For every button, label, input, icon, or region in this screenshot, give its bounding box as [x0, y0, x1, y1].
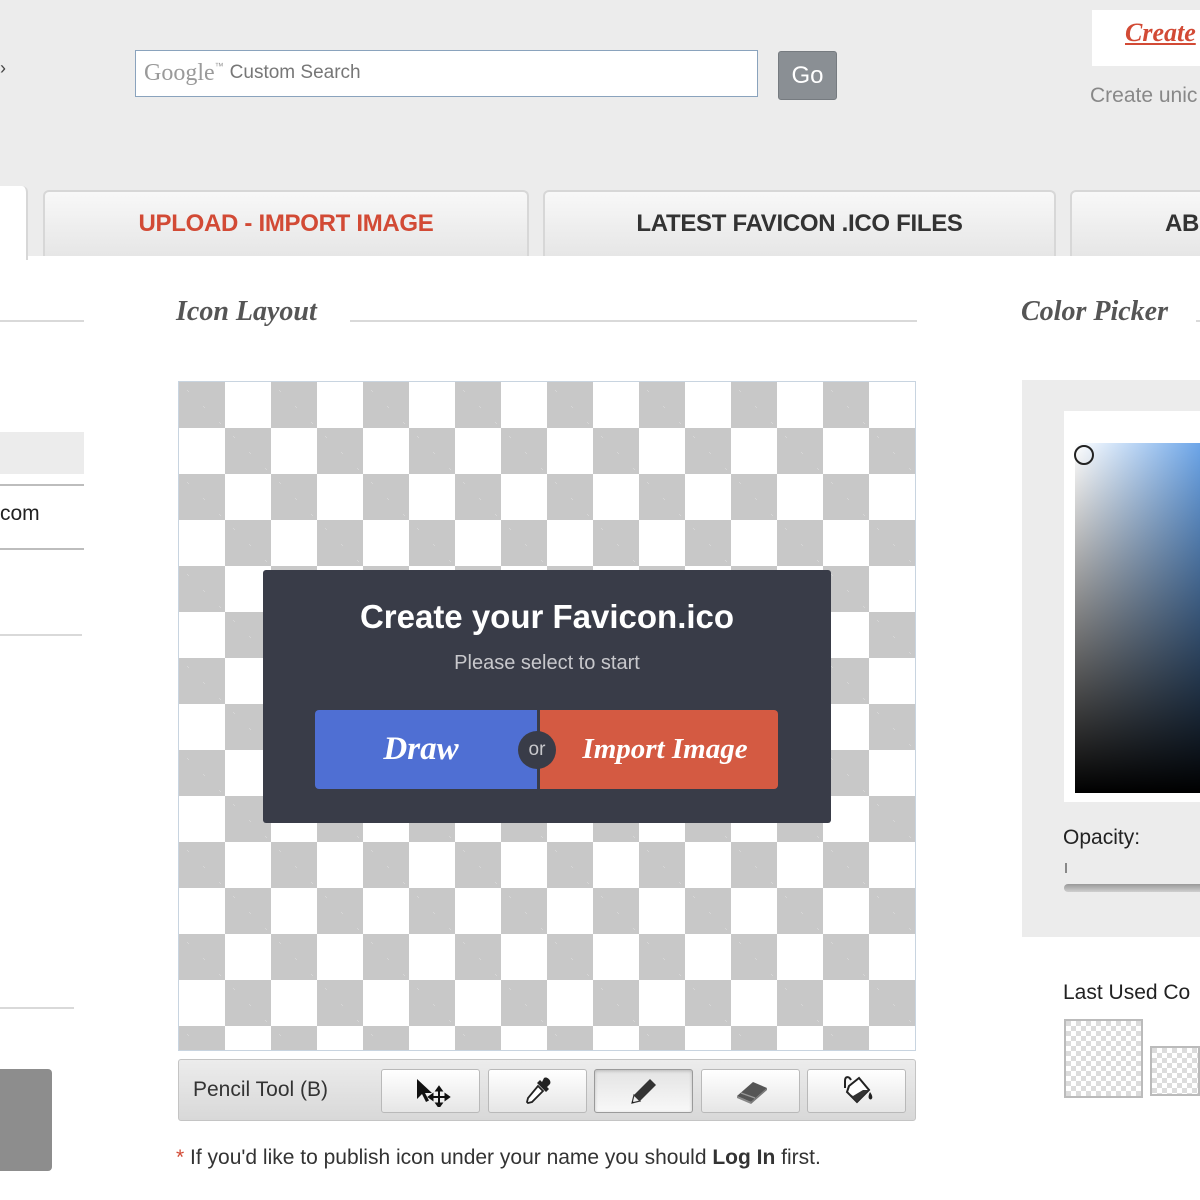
pencil-tool-button[interactable]: [594, 1069, 693, 1113]
icon-layout-rule: [350, 320, 917, 322]
move-select-tool-button[interactable]: [381, 1069, 480, 1113]
tab-about[interactable]: ABO: [1070, 190, 1200, 256]
google-logo: Google: [144, 60, 215, 86]
tool-bar: Pencil Tool (B): [178, 1059, 916, 1121]
tab-latest-favicons[interactable]: LATEST FAVICON .ICO FILES: [543, 190, 1056, 256]
login-link[interactable]: Log In: [712, 1146, 775, 1169]
paint-bucket-tool-button[interactable]: [807, 1069, 906, 1113]
current-tool-label: Pencil Tool (B): [193, 1078, 329, 1101]
last-used-swatch-2[interactable]: [1150, 1046, 1200, 1096]
start-dialog: Create your Favicon.ico Please select to…: [263, 570, 831, 823]
paint-bucket-icon: [843, 1076, 872, 1104]
note-text-before: If you'd like to publish icon under your…: [184, 1146, 713, 1169]
color-picker-handle[interactable]: [1074, 445, 1094, 465]
required-star: *: [176, 1146, 185, 1169]
start-dialog-title: Create your Favicon.ico: [359, 598, 735, 635]
left-section-divider: [0, 320, 84, 322]
import-image-button[interactable]: Import Image: [540, 710, 778, 789]
trademark-mark: ™: [214, 61, 224, 71]
pencil-icon: [630, 1079, 656, 1104]
create-subtext: Create unic: [1090, 84, 1198, 107]
saturation-brightness-area[interactable]: [1075, 443, 1200, 793]
move-select-icon: [416, 1079, 451, 1107]
left-divider: [0, 634, 82, 636]
left-divider-bottom: [0, 1007, 74, 1009]
opacity-slider[interactable]: [1064, 884, 1200, 892]
eraser-tool-button[interactable]: [701, 1069, 800, 1113]
left-field-header: [0, 432, 84, 474]
eyedropper-icon: [525, 1077, 550, 1104]
note-text-after: first.: [775, 1146, 821, 1169]
login-note: * If you'd like to publish icon under yo…: [176, 1146, 821, 1170]
create-box: Create: [1092, 10, 1200, 66]
eraser-icon: [736, 1082, 767, 1104]
opacity-slider-handle[interactable]: [1065, 863, 1067, 873]
tab-active-partial[interactable]: [0, 186, 28, 260]
eyedropper-tool-button[interactable]: [488, 1069, 587, 1113]
left-action-button[interactable]: [0, 1069, 52, 1171]
start-dialog-subtitle: Please select to start: [454, 652, 640, 674]
icon-layout-title: Icon Layout: [176, 296, 331, 328]
last-used-swatch-1[interactable]: [1064, 1019, 1143, 1098]
left-field-value: com: [0, 502, 40, 525]
tab-upload-import[interactable]: UPLOAD - IMPORT IMAGE: [43, 190, 529, 256]
opacity-label: Opacity:: [1063, 826, 1141, 849]
last-used-colors-label: Last Used Co: [1063, 981, 1191, 1004]
draw-button[interactable]: Draw: [315, 710, 537, 789]
or-separator: or: [518, 731, 556, 769]
search-input[interactable]: Google™ Custom Search: [135, 50, 758, 97]
search-placeholder: Custom Search: [229, 62, 361, 83]
color-picker-rule: [1196, 320, 1200, 322]
logo-fragment-icon: ›: [0, 58, 6, 78]
go-button[interactable]: Go: [778, 51, 837, 100]
create-link[interactable]: Create: [1125, 18, 1196, 47]
color-picker-title: Color Picker: [1021, 296, 1168, 328]
